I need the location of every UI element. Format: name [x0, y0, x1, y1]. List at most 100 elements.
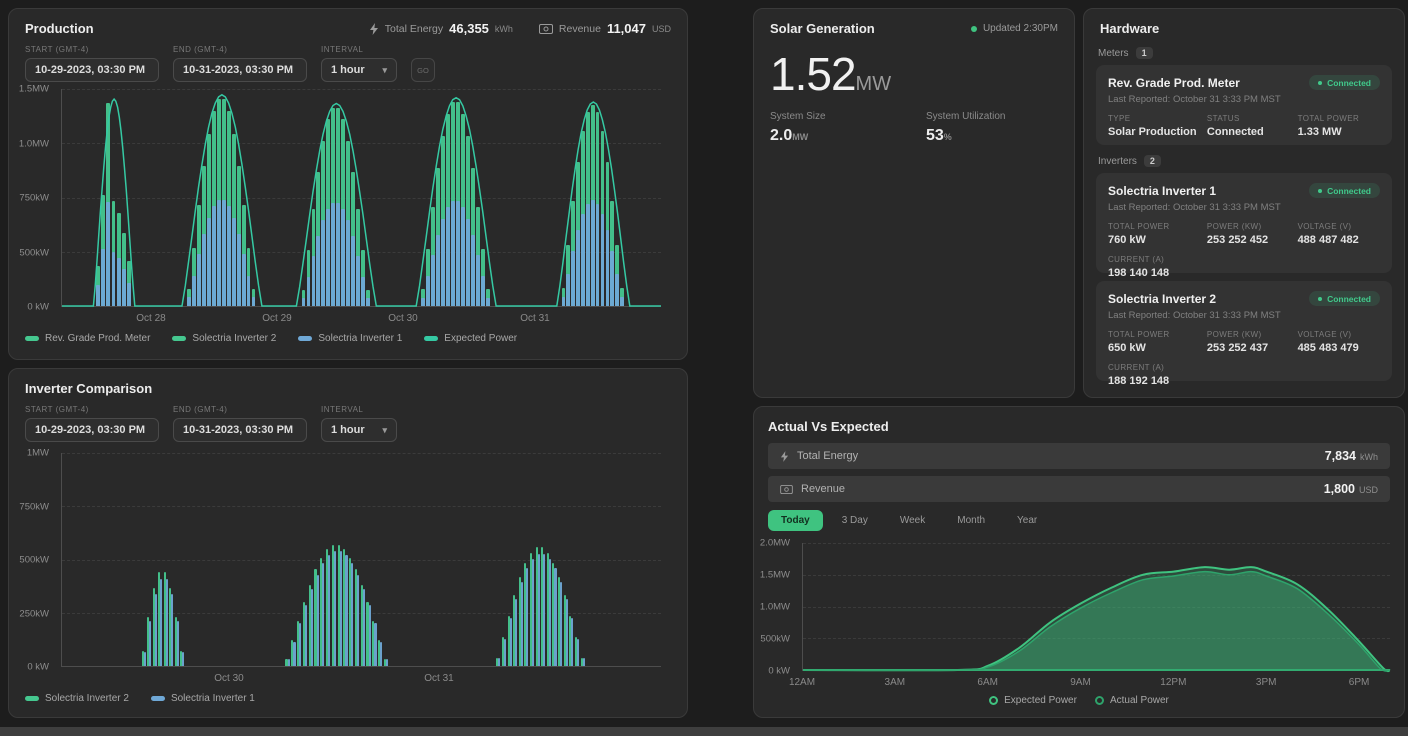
inverter-2-card[interactable]: Solectria Inverter 2 Connected Last Repo…	[1096, 281, 1392, 381]
field-label: TOTAL POWER	[1108, 330, 1207, 339]
legend-swatch	[25, 696, 39, 701]
interval-select[interactable]: 1 hour ▾	[321, 58, 397, 82]
bar	[149, 621, 151, 667]
field-label: POWER (KW)	[1207, 330, 1298, 339]
total-energy-unit: kWh	[1360, 452, 1378, 462]
bar	[311, 589, 313, 666]
bar	[386, 659, 388, 666]
field-label: TYPE	[1108, 114, 1207, 123]
bar	[515, 599, 517, 666]
total-energy-unit: kWh	[495, 24, 513, 34]
tab-week[interactable]: Week	[887, 510, 938, 531]
legend-label: Expected Power	[444, 333, 517, 344]
x-tick-label: Oct 31	[520, 313, 549, 324]
x-tick-label: Oct 28	[136, 313, 165, 324]
updated-status: Updated 2:30PM	[971, 23, 1058, 34]
bar	[543, 554, 545, 666]
meter-card[interactable]: Rev. Grade Prod. Meter Connected Last Re…	[1096, 65, 1392, 145]
field-label: VOLTAGE (V)	[1298, 222, 1380, 231]
tab-month[interactable]: Month	[944, 510, 998, 531]
tab-3-day[interactable]: 3 Day	[829, 510, 881, 531]
y-tick-label: 0 kW	[768, 666, 790, 677]
field: VOLTAGE (V)488 487 482	[1298, 222, 1380, 246]
status-dot-icon	[1318, 189, 1322, 193]
actual-expected-area-chart	[803, 543, 1390, 670]
revenue-label: Revenue	[559, 23, 601, 35]
bar	[293, 642, 295, 666]
tab-today[interactable]: Today	[768, 510, 823, 531]
field-label: TOTAL POWER	[1298, 114, 1380, 123]
field-value: 650 kW	[1108, 342, 1207, 354]
bar	[554, 568, 556, 666]
bar	[328, 555, 330, 666]
system-utilization-label: System Utilization	[926, 111, 1005, 122]
production-metrics: Total Energy 46,355 kWh Revenue 11,047 U…	[369, 21, 671, 36]
legend-swatch	[25, 336, 39, 341]
inverter-comparison-plot[interactable]	[61, 453, 661, 667]
tab-year[interactable]: Year	[1004, 510, 1050, 531]
field-value: 198 140 148	[1108, 267, 1207, 279]
production-plot[interactable]	[61, 89, 661, 307]
legend-item: Solectria Inverter 2	[172, 333, 276, 344]
system-size-stat: System Size 2.0MW	[770, 111, 826, 145]
bar	[171, 594, 173, 666]
gridline	[62, 560, 661, 561]
total-energy-metric: Total Energy 46,355 kWh	[369, 21, 513, 36]
bar	[538, 554, 540, 666]
end-datetime-input[interactable]	[173, 418, 307, 442]
chevron-down-icon: ▾	[382, 425, 387, 436]
production-controls: START (GMT-4) END (GMT-4) INTERVAL 1 hou…	[25, 45, 435, 82]
field-label: STATUS	[1207, 114, 1298, 123]
hardware-title: Hardware	[1100, 21, 1159, 36]
legend-label: Solectria Inverter 1	[171, 693, 255, 704]
system-size-unit: MW	[792, 132, 808, 142]
legend-item: Solectria Inverter 1	[298, 333, 402, 344]
legend-item: Rev. Grade Prod. Meter	[25, 333, 150, 344]
y-tick-label: 1.0MW	[760, 602, 790, 613]
field-value: 1.33 MW	[1298, 126, 1380, 138]
revenue-unit: USD	[1359, 485, 1378, 495]
start-label: START (GMT-4)	[25, 45, 159, 54]
inverters-section-label: Inverters 2	[1098, 155, 1161, 167]
actual-vs-expected-panel: Actual Vs Expected Total Energy 7,834 kW…	[753, 406, 1405, 718]
interval-select[interactable]: 1 hour ▾	[321, 418, 397, 442]
actual-expected-plot[interactable]	[802, 543, 1390, 671]
interval-value: 1 hour	[331, 424, 365, 436]
start-datetime-input[interactable]	[25, 418, 159, 442]
field: TOTAL POWER760 kW	[1108, 222, 1207, 246]
solar-generation-panel: Solar Generation Updated 2:30PM 1.52MW S…	[753, 8, 1075, 398]
x-tick-label: 3AM	[885, 677, 906, 688]
system-utilization-unit: %	[944, 132, 952, 142]
inverter-comparison-y-axis: 1MW 750kW 500kW 250kW 0 kW	[9, 453, 57, 667]
legend-ring-icon	[1095, 696, 1104, 705]
bar	[583, 658, 585, 666]
legend-swatch	[151, 696, 165, 701]
y-tick-label: 1.5MW	[760, 570, 790, 581]
start-datetime-input[interactable]	[25, 58, 159, 82]
field: CURRENT (A)188 192 148	[1108, 363, 1207, 387]
total-energy-row: Total Energy 7,834 kWh	[768, 443, 1390, 469]
field-value: 485 483 479	[1298, 342, 1380, 354]
legend-label: Solectria Inverter 2	[192, 333, 276, 344]
inverter-comparison-legend: Solectria Inverter 2 Solectria Inverter …	[25, 693, 255, 704]
legend-swatch	[298, 336, 312, 341]
go-button[interactable]: GO	[411, 58, 435, 82]
bar	[504, 639, 506, 666]
production-legend: Rev. Grade Prod. Meter Solectria Inverte…	[25, 333, 517, 344]
field: CURRENT (A) 198 140 148	[1108, 255, 1207, 279]
legend-label: Solectria Inverter 1	[318, 333, 402, 344]
legend-swatch	[172, 336, 186, 341]
inverter-1-card[interactable]: Solectria Inverter 1 Connected Last Repo…	[1096, 173, 1392, 273]
field-value: 253 252 437	[1207, 342, 1298, 354]
x-tick-label: 12PM	[1160, 677, 1186, 688]
end-datetime-input[interactable]	[173, 58, 307, 82]
status-dot-icon	[1318, 297, 1322, 301]
y-tick-label: 750kW	[19, 193, 49, 204]
total-energy-label: Total Energy	[797, 450, 858, 462]
y-tick-label: 250kW	[19, 608, 49, 619]
revenue-value: 11,047	[607, 21, 646, 36]
current-output-unit: MW	[856, 73, 892, 95]
x-tick-label: 12AM	[789, 677, 815, 688]
field-label: CURRENT (A)	[1108, 255, 1207, 264]
field-value: 188 192 148	[1108, 375, 1207, 387]
